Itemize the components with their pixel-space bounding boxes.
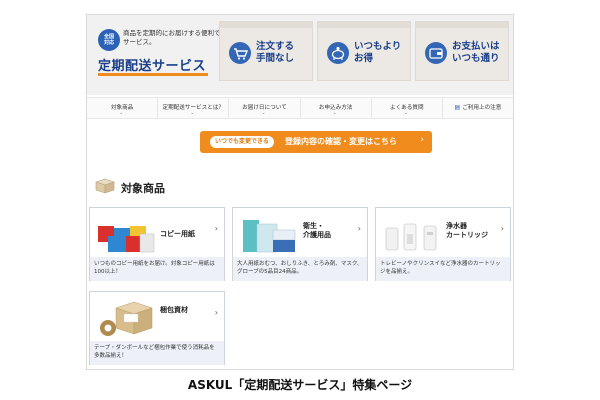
nav-item-label: ご利用上の注意 — [462, 105, 502, 111]
hero-title-underline — [98, 73, 208, 76]
product-card-packing-materials[interactable]: 梱包資材 › テープ・ダンボールなど梱包作業で使う消耗品を多数品揃え！ — [89, 291, 225, 365]
chevron-right-icon: › — [357, 224, 361, 233]
hygiene-care-image — [239, 214, 299, 254]
product-name: 梱包資材 — [160, 306, 188, 314]
nav-item-faq[interactable]: よくある質問 ⌄ — [372, 98, 443, 118]
product-description: トレビーノやクリンスイなど浄水器のカートリッジを品揃え。 — [376, 257, 510, 281]
section-title: 対象商品 — [121, 182, 165, 195]
product-card-water-filter[interactable]: 浄水器 カートリッジ › トレビーノやクリンスイなど浄水器のカートリッジを品揃え… — [375, 207, 511, 281]
feature-box-no-ordering: 注文する 手間なし — [219, 21, 313, 81]
nav-item-delivery[interactable]: お届け日について ⌄ — [229, 98, 301, 118]
piggy-bank-icon — [327, 42, 349, 64]
chevron-down-icon: ⌄ — [332, 110, 337, 116]
chevron-down-icon: ⌄ — [261, 110, 266, 116]
figure-caption: ASKUL「定期配送サービス」特集ページ — [187, 378, 413, 392]
box-icon — [93, 176, 117, 194]
product-name: 浄水器 カートリッジ — [446, 222, 488, 239]
hero-banner: 全国 対応 商品を定期的にお届けする便利でお得なサービス。 定期配送サービス 注… — [87, 15, 513, 95]
chevron-right-icon: › — [500, 224, 504, 233]
water-filter-image — [382, 214, 442, 254]
product-description: テープ・ダンボールなど梱包作業で使う消耗品を多数品揃え！ — [90, 341, 224, 365]
cta-tag: いつでも変更できる — [210, 136, 274, 148]
nav-item-apply[interactable]: お申込み方法 ⌄ — [301, 98, 372, 118]
nationwide-badge: 全国 対応 — [98, 29, 120, 51]
chevron-right-icon: › — [214, 224, 218, 233]
product-name: 衛生・ 介護用品 — [303, 222, 331, 239]
feature-text: いつもより お得 — [354, 41, 402, 64]
page-frame: 全国 対応 商品を定期的にお届けする便利でお得なサービス。 定期配送サービス 注… — [86, 14, 514, 370]
chevron-right-icon: › — [420, 135, 424, 145]
product-description: 大人用紙おむつ、おしりふき、とろみ剤、マスク、グローブの5品目24商品。 — [233, 257, 367, 281]
feature-text: 注文する 手間なし — [256, 41, 295, 64]
feature-box-payment: お支払いは いつも通り — [415, 21, 509, 81]
product-card-copy-paper[interactable]: コピー用紙 › いつものコピー用紙をお届け。対象コピー用紙は100以上！ — [89, 207, 225, 281]
product-description: いつものコピー用紙をお届け。対象コピー用紙は100以上！ — [90, 257, 224, 281]
product-card-hygiene-care[interactable]: 衛生・ 介護用品 › 大人用紙おむつ、おしりふき、とろみ剤、マスク、グローブの5… — [232, 207, 368, 281]
chevron-down-icon: ⌄ — [403, 110, 408, 116]
chevron-down-icon: ⌄ — [119, 110, 124, 116]
nav-item-products[interactable]: 対象商品 ⌄ — [87, 98, 159, 118]
feature-box-better-price: いつもより お得 — [317, 21, 411, 81]
box-flap — [318, 22, 410, 28]
nav-item-about[interactable]: 定期配送サービスとは？ ⌄ — [158, 98, 230, 118]
chevron-right-icon: › — [214, 308, 218, 317]
box-flap — [416, 22, 508, 28]
check-change-registration-button[interactable]: いつでも変更できる 登録内容の確認・変更はこちら › — [200, 131, 432, 153]
copy-paper-image — [96, 214, 156, 254]
cart-icon — [229, 42, 251, 64]
hero-title: 定期配送サービス — [98, 59, 207, 74]
box-flap — [220, 22, 312, 28]
nav-item-notes[interactable]: ▤ ご利用上の注意 — [443, 98, 513, 118]
wallet-icon — [425, 42, 447, 64]
cta-label: 登録内容の確認・変更はこちら — [285, 137, 397, 146]
chevron-down-icon: ⌄ — [190, 110, 195, 116]
section-nav: 対象商品 ⌄ 定期配送サービスとは？ ⌄ お届け日について ⌄ お申込み方法 ⌄… — [87, 97, 513, 119]
packing-materials-image — [96, 298, 156, 338]
product-name: コピー用紙 — [160, 230, 195, 238]
notice-icon: ▤ — [454, 104, 461, 111]
feature-text: お支払いは いつも通り — [452, 41, 500, 64]
